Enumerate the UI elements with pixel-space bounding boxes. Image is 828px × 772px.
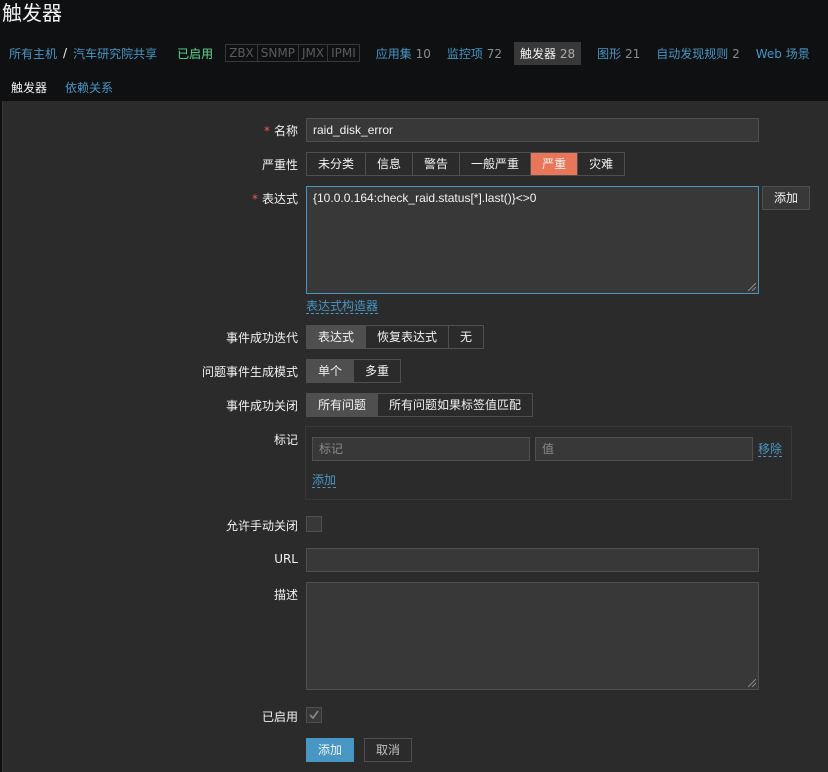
nav-applications[interactable]: 应用集 10 — [376, 45, 431, 62]
severity-warning[interactable]: 警告 — [413, 153, 461, 175]
breadcrumb-host[interactable]: 汽车研究院共享 — [73, 45, 157, 62]
severity-information[interactable]: 信息 — [366, 153, 414, 175]
required-marker: * — [251, 192, 258, 206]
host-status-badge[interactable]: 已启用 — [177, 45, 213, 62]
jmx-badge: JMX — [299, 45, 329, 61]
tags-table: 标记 值 移除 添加 — [305, 426, 792, 500]
ok-event-none[interactable]: 无 — [449, 326, 484, 348]
host-nav-bar: 所有主机 / 汽车研究院共享 已启用 ZBX SNMP JMX IPMI 应用集… — [0, 41, 828, 65]
expression-label: * 表达式 — [251, 192, 298, 206]
nav-graphs[interactable]: 图形 21 — [597, 45, 640, 62]
trigger-form: * 名称 raid_disk_error 严重性 未分类 信息 警告 一般严重 严… — [2, 101, 828, 772]
name-label: * 名称 — [263, 124, 298, 138]
ok-event-expression[interactable]: 表达式 — [307, 326, 367, 348]
problem-event-mode-label: 问题事件生成模式 — [201, 365, 298, 379]
enabled-checkbox[interactable] — [306, 707, 322, 723]
ok-event-recovery-expression[interactable]: 恢复表达式 — [366, 326, 450, 348]
ipmi-badge: IPMI — [331, 46, 356, 60]
closes-if-tag-match[interactable]: 所有问题如果标签值匹配 — [378, 394, 533, 416]
resize-handle-icon[interactable] — [748, 283, 756, 291]
nav-discovery-rules[interactable]: 自动发现规则 2 — [656, 45, 739, 62]
severity-label: 严重性 — [261, 158, 298, 172]
severity-not-classified[interactable]: 未分类 — [307, 153, 367, 175]
tab-dependencies[interactable]: 依赖关系 — [56, 76, 122, 102]
ok-event-generation-label: 事件成功迭代 — [225, 331, 298, 345]
severity-radio-group: 未分类 信息 警告 一般严重 严重 灾难 — [306, 152, 626, 176]
breadcrumb-all-hosts[interactable]: 所有主机 — [9, 45, 57, 62]
expression-add-button[interactable]: 添加 — [762, 186, 810, 210]
expression-textarea[interactable]: {10.0.0.164:check_raid.status[*].last()}… — [306, 186, 759, 294]
zbx-badge: ZBX — [226, 45, 258, 61]
tag-value-input[interactable]: 值 — [535, 437, 753, 461]
nav-web-scenarios[interactable]: Web 场景 — [756, 45, 810, 62]
name-input[interactable]: raid_disk_error — [306, 118, 759, 142]
enabled-label: 已启用 — [261, 710, 298, 724]
submit-add-button[interactable]: 添加 — [306, 738, 354, 762]
snmp-badge: SNMP — [258, 45, 299, 61]
problem-mode-single[interactable]: 单个 — [307, 360, 355, 382]
cancel-button[interactable]: 取消 — [364, 738, 412, 762]
ok-event-closes-radio-group: 所有问题 所有问题如果标签值匹配 — [306, 393, 534, 417]
tag-add-link[interactable]: 添加 — [312, 473, 337, 488]
availability-badges: ZBX SNMP JMX IPMI — [225, 44, 360, 62]
problem-event-mode-radio-group: 单个 多重 — [306, 359, 402, 383]
ok-event-generation-radio-group: 表达式 恢复表达式 无 — [306, 325, 485, 349]
page-title: 触发器 — [2, 1, 62, 25]
url-input[interactable] — [306, 548, 759, 572]
description-textarea[interactable] — [306, 582, 759, 690]
closes-all-problems[interactable]: 所有问题 — [307, 394, 379, 416]
allow-manual-close-label: 允许手动关闭 — [225, 519, 298, 533]
form-tabs: 触发器 依赖关系 — [2, 76, 122, 105]
expression-text: {10.0.0.164:check_raid.status[*].last()}… — [313, 191, 537, 205]
required-marker: * — [263, 124, 270, 138]
resize-handle-icon[interactable] — [748, 679, 756, 687]
problem-mode-multiple[interactable]: 多重 — [354, 360, 401, 382]
tag-remove-link[interactable]: 移除 — [758, 442, 783, 457]
tags-label: 标记 — [273, 433, 298, 447]
url-label: URL — [274, 552, 298, 566]
severity-disaster[interactable]: 灾难 — [578, 153, 625, 175]
tag-name-input[interactable]: 标记 — [312, 437, 530, 461]
nav-items[interactable]: 监控项 72 — [447, 45, 502, 62]
description-label: 描述 — [273, 588, 298, 602]
checkmark-icon — [309, 710, 319, 720]
expression-builder-link[interactable]: 表达式构造器 — [306, 299, 379, 314]
allow-manual-close-checkbox[interactable] — [306, 516, 322, 532]
severity-average[interactable]: 一般严重 — [460, 153, 532, 175]
nav-triggers[interactable]: 触发器 28 — [514, 41, 582, 65]
ok-event-closes-label: 事件成功关闭 — [225, 399, 298, 413]
severity-high[interactable]: 严重 — [531, 153, 579, 175]
breadcrumb-separator: / — [63, 46, 68, 60]
